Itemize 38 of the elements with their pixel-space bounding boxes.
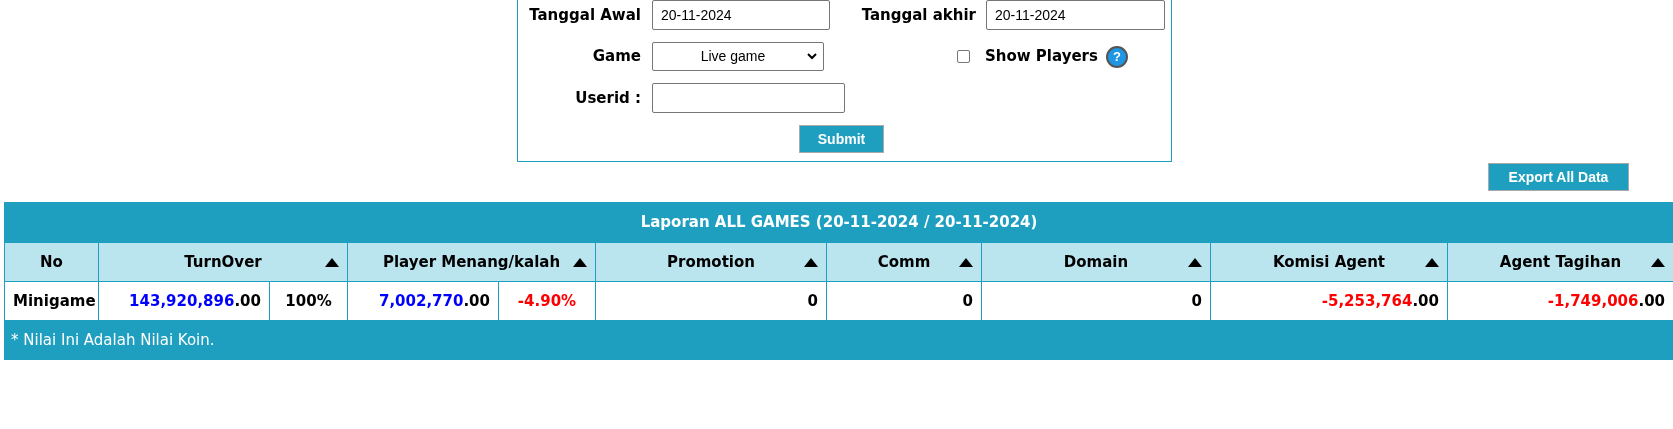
table-cell: 100% bbox=[269, 281, 348, 321]
sort-icon[interactable] bbox=[573, 258, 587, 267]
table-cell: 0 bbox=[595, 281, 827, 321]
sort-icon[interactable] bbox=[804, 258, 818, 267]
column-header: No bbox=[4, 242, 99, 282]
sort-icon[interactable] bbox=[1188, 258, 1202, 267]
date-field[interactable]: 20-11-2024 bbox=[652, 0, 830, 30]
column-header[interactable]: Comm bbox=[826, 242, 982, 282]
table-cell: 0 bbox=[826, 281, 982, 321]
show-players-checkbox[interactable] bbox=[957, 50, 970, 63]
date-field[interactable]: 20-11-2024 bbox=[986, 0, 1165, 30]
field-label: Game bbox=[591, 46, 641, 68]
table-cell: 7,002,770.00 bbox=[347, 281, 499, 321]
table-cell: Minigame bbox=[4, 281, 99, 321]
column-header[interactable]: Domain bbox=[981, 242, 1211, 282]
table-cell: 143,920,896.00 bbox=[98, 281, 270, 321]
game-select[interactable]: Live game bbox=[652, 42, 824, 71]
table-cell: -5,253,764.00 bbox=[1210, 281, 1448, 321]
field-label: Userid : bbox=[574, 87, 641, 109]
footnote: * Nilai Ini Adalah Nilai Koin. bbox=[4, 320, 1673, 360]
field-label: Tanggal Awal bbox=[528, 4, 641, 26]
column-header[interactable]: Komisi Agent bbox=[1210, 242, 1448, 282]
userid-field[interactable] bbox=[652, 83, 845, 113]
sort-icon[interactable] bbox=[1425, 258, 1439, 267]
column-header[interactable]: TurnOver bbox=[98, 242, 348, 282]
column-header[interactable]: Player Menang/kalah bbox=[347, 242, 596, 282]
column-header[interactable]: Agent Tagihan bbox=[1447, 242, 1673, 282]
sort-icon[interactable] bbox=[1651, 258, 1666, 267]
column-header[interactable]: Promotion bbox=[595, 242, 827, 282]
sort-icon[interactable] bbox=[959, 258, 973, 267]
checkbox-label: Show Players bbox=[985, 46, 1098, 68]
field-label: Tanggal akhir bbox=[860, 4, 976, 26]
report-title: Laporan ALL GAMES (20-11-2024 / 20-11-2024) bbox=[4, 202, 1673, 243]
sort-icon[interactable] bbox=[325, 258, 339, 267]
table-cell: 0 bbox=[981, 281, 1211, 321]
caret-icon bbox=[807, 53, 817, 60]
table-cell: -4.90% bbox=[498, 281, 596, 321]
table-cell: -1,749,006.00 bbox=[1447, 281, 1673, 321]
